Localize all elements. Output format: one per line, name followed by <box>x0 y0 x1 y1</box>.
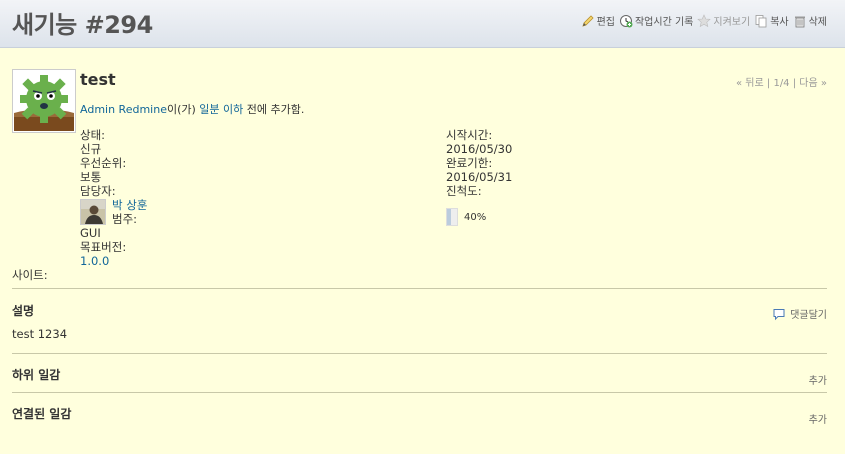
due-date-value: 2016/05/31 <box>446 170 513 184</box>
author-avatar <box>12 69 76 133</box>
log-time-label: 작업시간 기록 <box>634 17 694 28</box>
copy-label: 복사 <box>770 17 789 28</box>
edit-label: 편집 <box>596 17 615 28</box>
copy-icon <box>755 14 767 27</box>
star-icon <box>697 13 712 27</box>
edit-button[interactable]: 편집 <box>581 13 615 28</box>
progress-label: 40% <box>464 211 487 223</box>
copy-button[interactable]: 복사 <box>754 13 789 28</box>
add-relation-link[interactable]: 추가 <box>809 411 827 426</box>
divider <box>12 353 827 354</box>
assignee-label: 담당자: <box>80 184 116 198</box>
author-line: Admin Redmine이(가) 일분 이하 전에 추가함. <box>80 101 304 117</box>
delete-label: 삭제 <box>808 17 827 28</box>
delete-button[interactable]: 삭제 <box>793 13 827 28</box>
issue-details: test « 뒤로 | 1/4 | 다음 » Admin Redmine이(가)… <box>12 64 827 444</box>
priority-label: 우선순위: <box>80 156 127 170</box>
nav-separator: | <box>792 78 797 89</box>
comment-icon <box>773 308 785 320</box>
quote-button[interactable]: 댓글달기 <box>772 306 827 321</box>
relations-title: 연결된 일감 <box>12 407 72 421</box>
due-date-label: 완료기한: <box>446 156 493 170</box>
watch-button[interactable]: 지켜보기 <box>697 13 750 28</box>
site-label: 사이트: <box>12 268 48 282</box>
clock-add-icon <box>619 14 633 27</box>
divider <box>12 392 827 393</box>
person-photo-icon <box>81 200 105 224</box>
issue-subject: test <box>80 70 116 89</box>
prev-next-nav: « 뒤로 | 1/4 | 다음 » <box>736 74 827 89</box>
start-date-label: 시작시간: <box>446 128 493 142</box>
gear-face-icon <box>14 71 74 131</box>
author-link[interactable]: Admin Redmine <box>80 103 167 116</box>
contextual-actions: 편집 작업시간 기록 지켜보기 복사 삭제 <box>581 13 827 28</box>
author-suffix: 이(가) <box>166 103 196 116</box>
time-suffix: 전에 추가함. <box>246 103 305 116</box>
pencil-icon <box>581 14 594 27</box>
quote-label: 댓글달기 <box>790 310 827 321</box>
category-value: GUI <box>80 226 101 240</box>
status-value: 신규 <box>80 142 102 156</box>
divider <box>12 288 827 289</box>
nav-position: 1/4 <box>773 78 790 89</box>
start-date-value: 2016/05/30 <box>446 142 513 156</box>
log-time-button[interactable]: 작업시간 기록 <box>619 13 693 28</box>
trash-icon <box>794 16 805 27</box>
status-label: 상태: <box>80 128 106 142</box>
prev-link[interactable]: « 뒤로 <box>736 78 764 89</box>
progress-fill <box>447 209 451 225</box>
progress: 40% <box>446 208 486 226</box>
assignee-avatar <box>80 199 106 225</box>
priority-value: 보통 <box>80 170 102 184</box>
description-title: 설명 <box>12 304 35 318</box>
done-ratio-label: 진척도: <box>446 184 482 198</box>
nav-separator: | <box>766 78 771 89</box>
category-label: 범주: <box>112 212 138 226</box>
assignee-link[interactable]: 박 상훈 <box>112 198 147 212</box>
version-label: 목표버전: <box>80 240 127 254</box>
time-ago-link[interactable]: 일분 이하 <box>199 103 243 116</box>
version-link[interactable]: 1.0.0 <box>80 254 109 268</box>
watch-label: 지켜보기 <box>713 17 751 28</box>
header: 새기능 #294 편집 작업시간 기록 지켜보기 복사 삭제 <box>0 0 845 48</box>
subtasks-title: 하위 일감 <box>12 368 61 382</box>
add-subtask-link[interactable]: 추가 <box>809 372 827 387</box>
progress-bar <box>446 208 458 226</box>
next-link[interactable]: 다음 » <box>799 78 827 89</box>
page-title: 새기능 #294 <box>12 11 153 39</box>
description-text: test 1234 <box>12 327 68 341</box>
